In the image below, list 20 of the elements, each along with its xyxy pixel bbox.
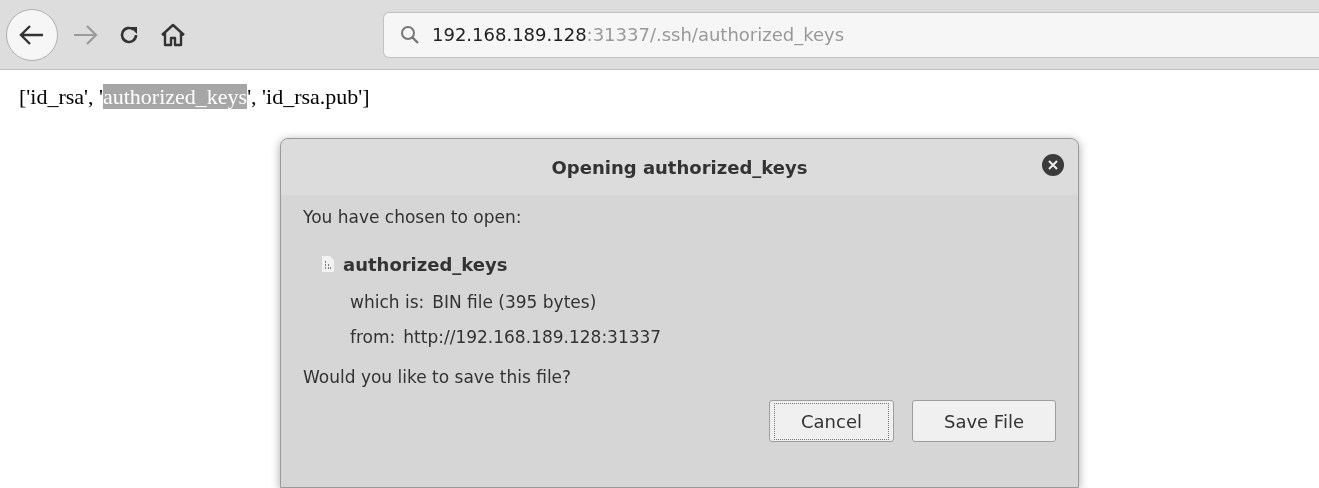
intro-text: You have chosen to open: [303, 206, 523, 229]
dialog-button[interactable]: Save File [911, 400, 1056, 442]
detail-value: BIN file (395 bytes) [432, 290, 597, 314]
search-icon [400, 24, 420, 45]
detail-label: which is: [350, 290, 425, 314]
back-arrow-icon [19, 23, 45, 46]
file-name: authorized_keys [343, 252, 508, 277]
address-bar[interactable]: 192.168.189.128:31337/.ssh/authorized_keys [383, 11, 1319, 58]
page-text: ['id_rsa', 'authorized_keys', 'id_rsa.pub'] [19, 83, 370, 111]
dialog-title: Opening authorized_keys [551, 155, 808, 180]
url-text: 192.168.189.128:31337/.ssh/authorized_keys [432, 23, 845, 48]
dialog-button[interactable]: Cancel [769, 400, 894, 442]
close-button[interactable] [1042, 154, 1064, 176]
forward-arrow-icon [72, 23, 98, 46]
detail-label: from: [350, 326, 396, 349]
question-text: Would you like to save this file? [303, 365, 573, 389]
file-icon [321, 255, 335, 273]
home-icon [160, 22, 186, 47]
close-icon [1048, 160, 1058, 170]
detail-value: http://192.168.189.128:31337 [403, 326, 662, 349]
